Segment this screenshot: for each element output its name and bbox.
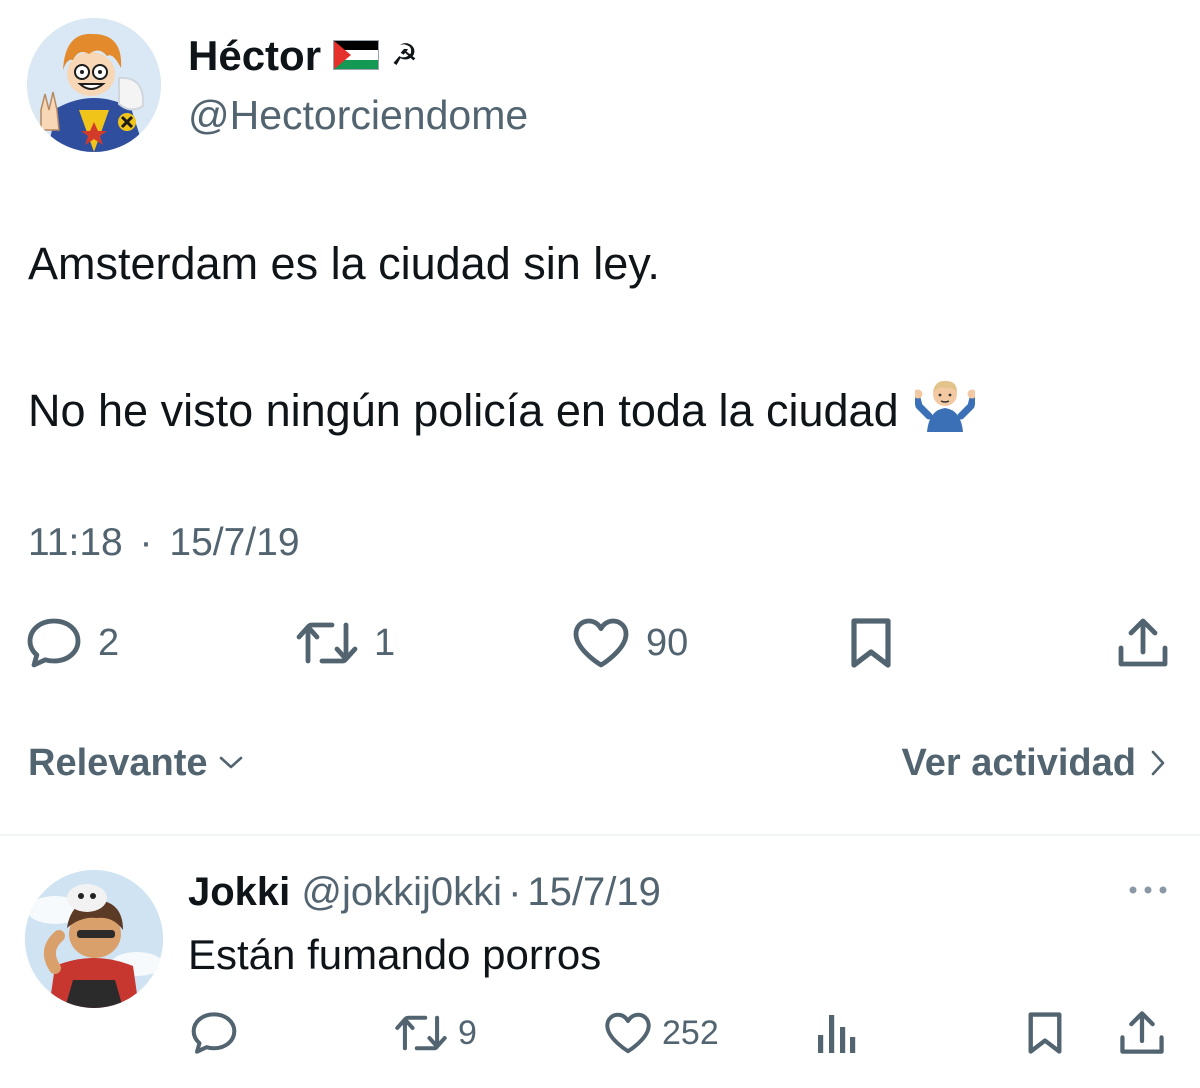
bookmark-icon bbox=[1028, 1012, 1062, 1054]
reply-author-avatar[interactable] bbox=[25, 870, 163, 1008]
reply-avatar-illustration bbox=[25, 870, 163, 1008]
more-options-button[interactable] bbox=[1126, 880, 1170, 900]
reply-text: Están fumando porros bbox=[188, 931, 602, 978]
reply-date[interactable]: 15/7/19 bbox=[527, 870, 660, 914]
retweet-button[interactable]: 1 bbox=[296, 612, 395, 674]
retweet-icon bbox=[395, 1015, 447, 1051]
meta-separator: · bbox=[139, 521, 153, 564]
retweet-icon bbox=[296, 622, 358, 664]
reply-separator: · bbox=[508, 870, 522, 914]
reply-icon bbox=[27, 618, 81, 668]
heart-icon bbox=[605, 1012, 651, 1054]
palestine-flag-icon bbox=[333, 30, 380, 82]
view-activity-link[interactable]: Ver actividad bbox=[902, 738, 1166, 788]
tweet-text-line-2: No he visto ningún policía en toda la ci… bbox=[28, 384, 899, 436]
reply-views-button[interactable] bbox=[816, 1006, 856, 1060]
views-chart-icon bbox=[818, 1015, 856, 1053]
reply-share-button[interactable] bbox=[1118, 1006, 1166, 1060]
reply-retweet-button[interactable]: 9 bbox=[394, 1006, 477, 1060]
author-name-row[interactable]: Héctor ☭ bbox=[188, 30, 418, 82]
reply-like-button[interactable]: 252 bbox=[604, 1006, 719, 1060]
bookmark-button[interactable] bbox=[846, 612, 896, 674]
like-button[interactable]: 90 bbox=[572, 612, 688, 674]
avatar-illustration bbox=[27, 18, 161, 152]
reply-like-count: 252 bbox=[662, 1013, 719, 1052]
reply-author-name[interactable]: Jokki bbox=[188, 870, 290, 914]
tweet-timestamp[interactable]: 11:18 · 15/7/19 bbox=[28, 518, 300, 568]
like-count: 90 bbox=[646, 621, 689, 664]
bookmark-icon bbox=[851, 618, 891, 668]
hammer-and-sickle-icon: ☭ bbox=[391, 39, 418, 72]
reply-icon bbox=[191, 1012, 237, 1054]
tweet-date: 15/7/19 bbox=[169, 521, 300, 564]
reply-retweet-count: 9 bbox=[458, 1013, 477, 1052]
sort-label: Relevante bbox=[28, 742, 208, 784]
chevron-right-icon bbox=[1151, 750, 1165, 776]
more-dots-icon bbox=[1129, 886, 1167, 894]
section-divider bbox=[0, 834, 1200, 836]
person-shrugging-icon bbox=[913, 376, 977, 445]
reply-reply-button[interactable] bbox=[190, 1006, 238, 1060]
reply-count: 2 bbox=[98, 621, 120, 664]
tweet-text-line-1: Amsterdam es la ciudad sin ley. bbox=[28, 238, 660, 289]
sort-replies-dropdown[interactable]: Relevante bbox=[28, 738, 244, 788]
reply-author-handle[interactable]: @jokkij0kki bbox=[301, 870, 502, 914]
share-icon bbox=[1120, 1011, 1164, 1054]
author-avatar[interactable] bbox=[27, 18, 161, 152]
author-name[interactable]: Héctor bbox=[188, 30, 321, 82]
tweet-time: 11:18 bbox=[28, 521, 123, 564]
retweet-count: 1 bbox=[374, 621, 396, 664]
reply-header: Jokki @jokkij0kki · 15/7/19 bbox=[188, 866, 661, 918]
reply-bookmark-button[interactable] bbox=[1024, 1006, 1066, 1060]
tweet-text-line-2-row: No he visto ningún policía en toda la ci… bbox=[28, 376, 977, 445]
reply-button[interactable]: 2 bbox=[26, 612, 119, 674]
share-icon bbox=[1118, 618, 1168, 667]
view-activity-label: Ver actividad bbox=[901, 742, 1136, 784]
heart-icon bbox=[573, 618, 629, 668]
author-handle[interactable]: @Hectorciendome bbox=[188, 90, 528, 140]
chevron-down-icon bbox=[219, 756, 242, 769]
share-button[interactable] bbox=[1116, 612, 1170, 674]
